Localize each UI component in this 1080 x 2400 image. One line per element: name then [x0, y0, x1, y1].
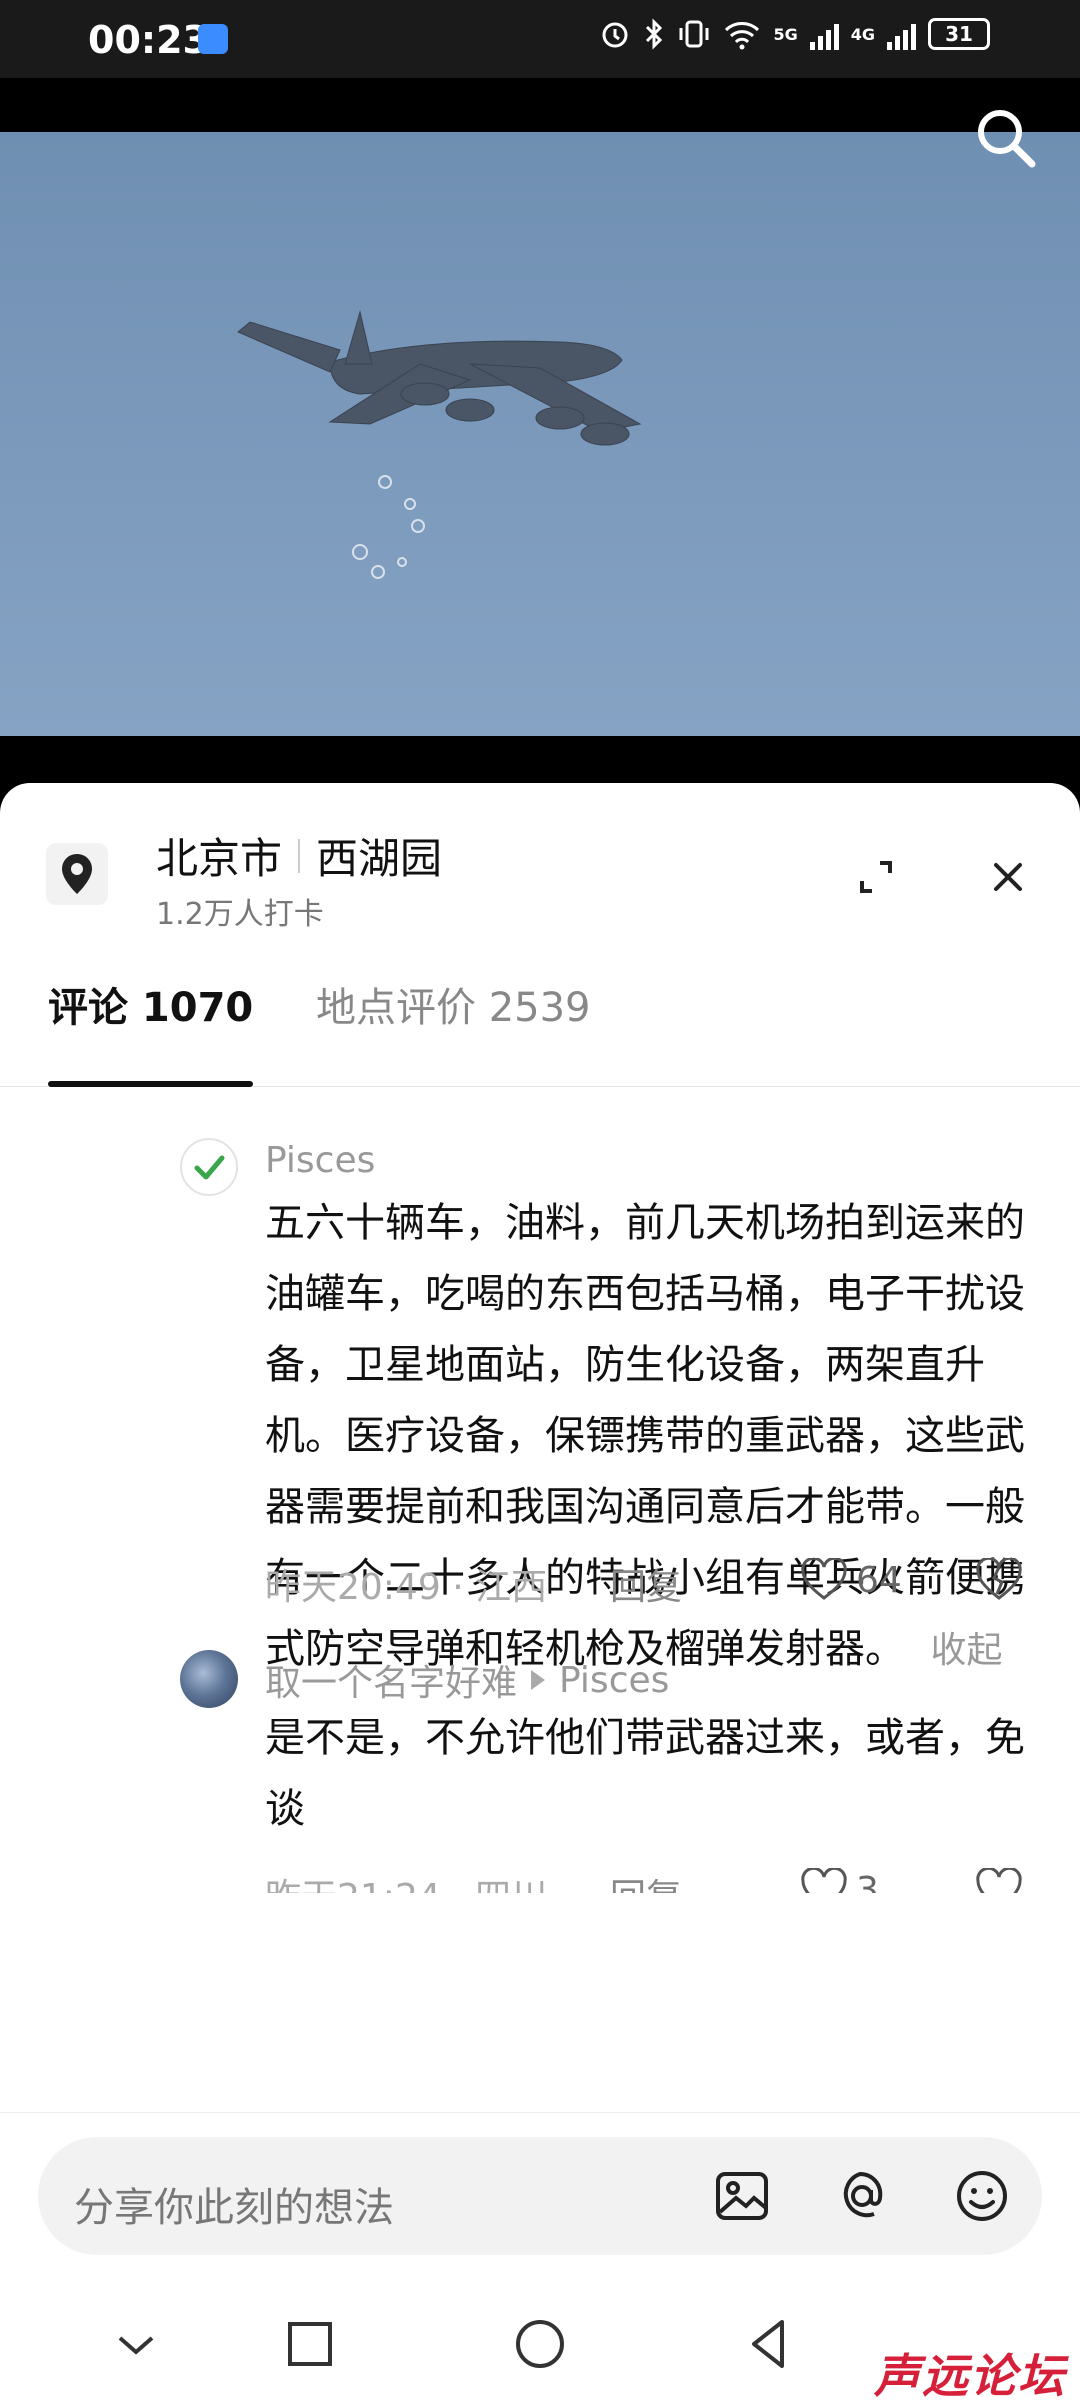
location-place: 西湖园: [316, 834, 443, 883]
heart-icon: [801, 1868, 847, 1893]
comment-input[interactable]: 分享你此刻的想法: [38, 2137, 1042, 2255]
location-pin-icon: [46, 843, 108, 905]
status-time: 00:23: [88, 18, 209, 62]
checkmark-icon: [194, 1155, 225, 1180]
comment-time-region: 昨天20:49 · 江西: [265, 1567, 548, 1608]
comment-author[interactable]: 取一个名字好难 Pisces: [265, 1654, 669, 1706]
signal-4g-icon: [887, 18, 916, 50]
reply-arrow-icon: [531, 1670, 546, 1690]
alarm-icon: [602, 22, 628, 48]
like-count: 64: [856, 1559, 902, 1601]
expand-icon[interactable]: [852, 853, 900, 901]
search-icon[interactable]: [970, 102, 1040, 172]
location-city: 北京市: [156, 834, 283, 883]
location-header[interactable]: 北京市 西湖园 1.2万人打卡: [0, 783, 1080, 953]
avatar[interactable]: [180, 1650, 238, 1708]
battery-indicator: 31: [928, 18, 990, 50]
checkin-count: 1.2万人打卡: [156, 897, 324, 932]
chevron-down-icon[interactable]: [106, 2314, 166, 2374]
clipped-comment-meta: [265, 1088, 1045, 1102]
comment-input-bar: 分享你此刻的想法: [0, 2112, 1080, 2292]
signal-5g-icon: [809, 18, 839, 50]
comment-meta: 昨天21:24 · 四川 回复 3: [265, 1868, 1045, 1893]
close-icon[interactable]: [984, 853, 1032, 901]
heart-icon: [801, 1558, 847, 1600]
comment-text: 是不是，不允许他们带武器过来，或者，免谈: [265, 1715, 1025, 1832]
wifi-icon: [725, 22, 760, 50]
mention-icon[interactable]: [834, 2168, 890, 2224]
forum-watermark: 声远论坛: [874, 2349, 1066, 2400]
location-title: 北京市 西湖园: [156, 825, 442, 886]
emoji-icon[interactable]: [954, 2168, 1010, 2224]
avatar[interactable]: [180, 1138, 238, 1196]
recent-apps-icon[interactable]: [280, 2314, 340, 2374]
shield-icon: [198, 24, 228, 54]
home-icon[interactable]: [510, 2314, 570, 2374]
network-5g-label: 5G: [773, 24, 798, 44]
author-name[interactable]: Pisces: [265, 1140, 375, 1181]
title-divider: [298, 838, 301, 873]
aircraft-image: [237, 310, 642, 579]
like-count: 3: [856, 1869, 879, 1894]
collapse-link[interactable]: 收起: [930, 1630, 1002, 1671]
back-icon[interactable]: [740, 2314, 800, 2374]
comment-list[interactable]: Pisces 五六十辆车，油料，前几天机场拍到运来的油罐车，吃喝的东西包括马桶，…: [0, 1088, 1080, 1893]
status-icons: 5G 4G 31: [599, 18, 990, 50]
network-4g-label: 4G: [850, 24, 875, 44]
broken-heart-icon[interactable]: [975, 1868, 1023, 1893]
comment-time-region: 昨天21:24 · 四川: [265, 1868, 547, 1893]
video-player[interactable]: [0, 78, 1080, 783]
video-frame: [0, 132, 1080, 736]
like-button[interactable]: 64: [800, 1558, 902, 1602]
reply-to-name[interactable]: Pisces: [559, 1660, 669, 1701]
author-name[interactable]: 取一个名字好难: [265, 1654, 517, 1706]
comment-input-placeholder: 分享你此刻的想法: [74, 2185, 394, 2231]
status-bar: 00:23 5G 4G 31: [0, 0, 1080, 78]
broken-heart-icon[interactable]: [975, 1558, 1023, 1602]
comment-author[interactable]: Pisces: [265, 1140, 375, 1181]
reply-button[interactable]: 回复: [610, 1558, 682, 1610]
tab-bar: 评论 1070 地点评价 2539: [0, 983, 1080, 1087]
like-button[interactable]: 3: [800, 1868, 879, 1893]
tab-place-reviews[interactable]: 地点评价 2539: [316, 983, 591, 1087]
image-icon[interactable]: [714, 2168, 770, 2224]
vibrate-icon: [679, 20, 709, 48]
reply-button[interactable]: 回复: [610, 1868, 682, 1893]
comment-meta: 昨天20:49 · 江西 回复 64: [265, 1558, 1045, 1608]
tab-comments[interactable]: 评论 1070: [48, 983, 254, 1087]
bluetooth-icon: [646, 18, 663, 50]
comment-text: 五六十辆车，油料，前几天机场拍到运来的油罐车，吃喝的东西包括马桶，电子干扰设备，…: [265, 1188, 1045, 1686]
